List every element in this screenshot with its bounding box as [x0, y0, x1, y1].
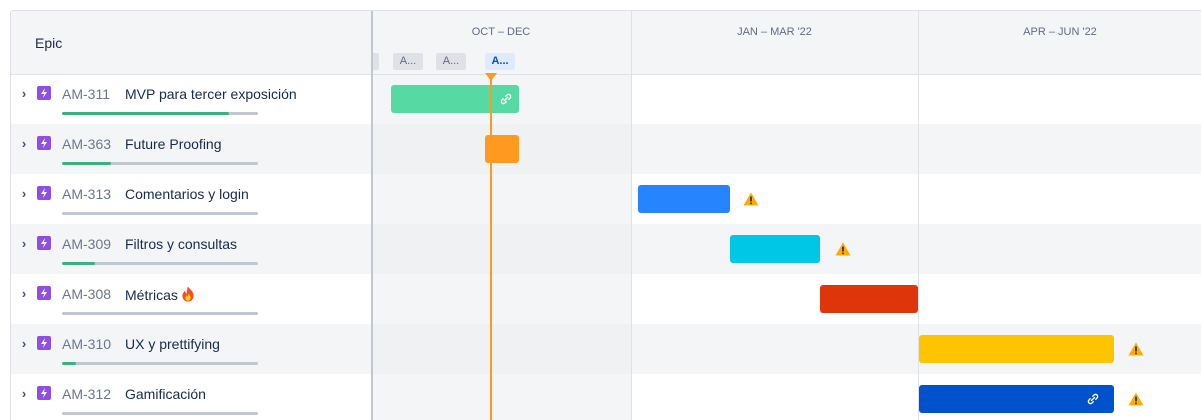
epic-column-header: Epic	[11, 11, 371, 75]
epic-row[interactable]: › AM-310 UX y prettifying	[11, 324, 371, 374]
chevron-right-icon[interactable]: ›	[18, 137, 30, 151]
chevron-right-icon[interactable]: ›	[18, 187, 30, 201]
progress-bar	[62, 412, 258, 415]
epic-summary[interactable]: MVP para tercer exposición	[125, 86, 297, 102]
epic-bar-AM-313[interactable]	[638, 185, 730, 213]
warning-icon[interactable]	[743, 192, 759, 206]
epic-lightning-icon	[37, 136, 51, 150]
epic-summary[interactable]: Future Proofing	[125, 136, 222, 152]
chevron-right-icon[interactable]: ›	[18, 87, 30, 101]
epic-bar-AM-308[interactable]	[820, 285, 918, 313]
quarter-label: OCT – DEC	[471, 26, 531, 38]
warning-icon[interactable]	[1128, 392, 1144, 406]
warning-icon[interactable]	[835, 242, 851, 256]
link-icon[interactable]	[499, 92, 513, 111]
epic-row[interactable]: › AM-308 Métricas	[11, 274, 371, 324]
quarter-divider	[631, 11, 632, 420]
epic-bar-AM-311[interactable]	[391, 85, 519, 113]
epic-key[interactable]: AM-308	[62, 286, 111, 302]
month-chip[interactable]: A...	[393, 53, 423, 70]
epic-summary[interactable]: Métricas	[125, 286, 195, 305]
timeline: OCT – DEC JAN – MAR '22 APR – JUN '22 A.…	[371, 11, 1201, 420]
progress-bar	[62, 212, 258, 215]
month-chip[interactable]: A...	[436, 53, 466, 70]
current-quarter-shade	[371, 74, 631, 420]
epic-lightning-icon	[37, 186, 51, 200]
link-icon[interactable]	[1086, 392, 1100, 411]
epic-row[interactable]: › AM-312 Gamificación	[11, 374, 371, 420]
epic-summary[interactable]: Gamificación	[125, 386, 206, 402]
epic-summary[interactable]: Filtros y consultas	[125, 236, 237, 252]
epic-row[interactable]: › AM-311 MVP para tercer exposición	[11, 74, 371, 124]
epic-list: Epic › AM-311 MVP para tercer exposición…	[11, 11, 373, 420]
progress-bar	[62, 162, 258, 165]
quarter-label: APR – JUN '22	[1023, 26, 1097, 38]
progress-bar	[62, 112, 258, 115]
epic-bar-AM-309[interactable]	[730, 235, 820, 263]
roadmap: OCT – DEC JAN – MAR '22 APR – JUN '22 A.…	[10, 10, 1201, 420]
epic-key[interactable]: AM-310	[62, 336, 111, 352]
progress-bar	[62, 312, 258, 315]
chevron-right-icon[interactable]: ›	[18, 237, 30, 251]
progress-bar	[62, 262, 258, 265]
epic-column-title: Epic	[35, 35, 63, 51]
epic-lightning-icon	[37, 336, 51, 350]
epic-key[interactable]: AM-311	[62, 86, 110, 102]
epic-key[interactable]: AM-313	[62, 186, 111, 202]
epic-lightning-icon	[37, 386, 51, 400]
month-chip-current[interactable]: A...	[485, 53, 515, 70]
progress-bar	[62, 362, 258, 365]
progress-fill	[62, 112, 229, 115]
epic-lightning-icon	[37, 286, 51, 300]
epic-lightning-icon	[37, 86, 51, 100]
epic-bar-AM-310[interactable]	[919, 335, 1114, 363]
today-marker-icon	[485, 73, 497, 81]
chevron-right-icon[interactable]: ›	[18, 287, 30, 301]
epic-bar-AM-312[interactable]	[919, 385, 1114, 413]
epic-row[interactable]: › AM-309 Filtros y consultas	[11, 224, 371, 274]
epic-row[interactable]: › AM-313 Comentarios y login	[11, 174, 371, 224]
chevron-right-icon[interactable]: ›	[18, 337, 30, 351]
progress-fill	[62, 262, 96, 265]
warning-icon[interactable]	[1128, 342, 1144, 356]
progress-fill	[62, 162, 111, 165]
epic-summary-text: Métricas	[125, 287, 178, 303]
epic-key[interactable]: AM-312	[62, 386, 111, 402]
today-line	[490, 74, 492, 420]
progress-fill	[62, 362, 76, 365]
epic-key[interactable]: AM-309	[62, 236, 111, 252]
chevron-right-icon[interactable]: ›	[18, 387, 30, 401]
epic-summary[interactable]: UX y prettifying	[125, 336, 220, 352]
quarter-label: JAN – MAR '22	[737, 26, 812, 38]
epic-lightning-icon	[37, 236, 51, 250]
fire-emoji-icon	[181, 286, 195, 305]
timeline-header: OCT – DEC JAN – MAR '22 APR – JUN '22 A.…	[371, 11, 1201, 75]
epic-row[interactable]: › AM-363 Future Proofing	[11, 124, 371, 174]
epic-key[interactable]: AM-363	[62, 136, 111, 152]
epic-summary[interactable]: Comentarios y login	[125, 186, 249, 202]
